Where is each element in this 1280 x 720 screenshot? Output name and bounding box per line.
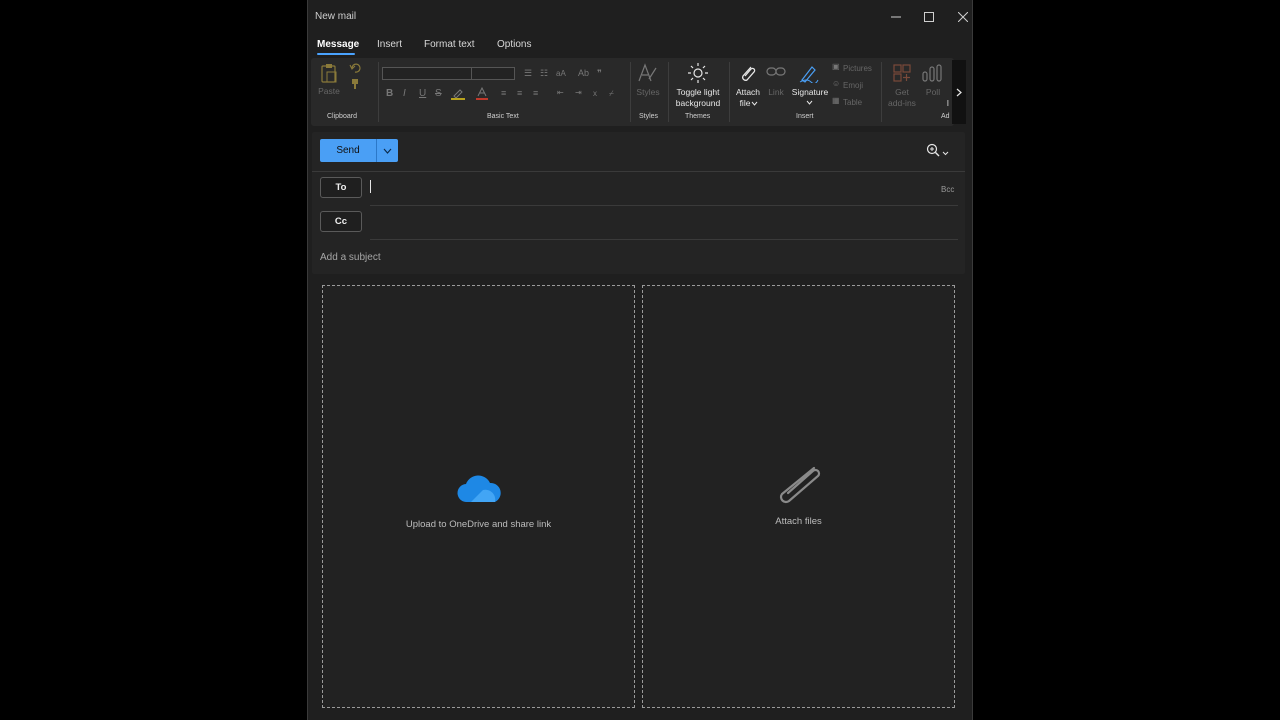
send-options-button[interactable]: [376, 139, 398, 162]
numbering-icon[interactable]: ☷: [540, 68, 548, 79]
themes-group-label: Themes: [685, 113, 711, 120]
ribbon: Paste Clipboard ☰ ☷ aA Ab ❞ B I U S ≡ ≡ …: [311, 58, 954, 126]
styles-group-label: Styles: [639, 113, 659, 120]
paperclip-icon: [779, 466, 821, 504]
to-button[interactable]: To: [320, 177, 362, 198]
close-icon: [958, 12, 968, 22]
separator: [630, 62, 631, 122]
font-size-decrease-icon[interactable]: aA: [556, 69, 566, 78]
clipboard-group-label: Clipboard: [327, 113, 357, 120]
zoom-icon: [926, 143, 949, 157]
to-field-underline: [370, 205, 958, 206]
chevron-down-icon: [383, 148, 392, 154]
compose-header: Send To Bcc Cc Add a subject: [312, 132, 965, 274]
maximize-icon: [924, 12, 934, 22]
onedrive-drop-zone[interactable]: Upload to OneDrive and share link: [322, 285, 635, 708]
align-left-icon[interactable]: ≡: [501, 88, 506, 98]
align-center-icon[interactable]: ≡: [517, 88, 522, 98]
separator: [378, 62, 379, 122]
quote-icon[interactable]: ❞: [597, 68, 602, 79]
send-button[interactable]: Send: [320, 139, 376, 162]
italic-icon[interactable]: I: [403, 88, 406, 99]
font-name-field[interactable]: [382, 67, 472, 80]
active-tab-indicator: [317, 53, 355, 55]
decrease-indent-icon[interactable]: ⇤: [557, 88, 564, 97]
get-add-ins-icon[interactable]: [893, 64, 911, 82]
undo-icon[interactable]: [349, 62, 361, 74]
zoom-button[interactable]: [926, 143, 952, 159]
minimize-button[interactable]: [886, 8, 906, 26]
paste-label[interactable]: Paste: [314, 86, 344, 97]
cc-field-underline: [370, 239, 958, 240]
underline-icon[interactable]: U: [419, 88, 426, 99]
font-color-icon[interactable]: [476, 87, 488, 100]
subject-input[interactable]: Add a subject: [320, 252, 381, 263]
basic-text-group-label: Basic Text: [487, 113, 519, 120]
toggle-light-line2[interactable]: background: [670, 98, 726, 109]
sun-icon[interactable]: [688, 63, 708, 83]
chevron-down-icon: [751, 101, 758, 106]
separator: [881, 62, 882, 122]
poll-label[interactable]: Poll: [920, 87, 946, 98]
divider: [312, 171, 965, 172]
ribbon-scroll-right-button[interactable]: [952, 60, 966, 124]
attach-files-drop-zone[interactable]: Attach files: [642, 285, 955, 708]
toggle-light-line1[interactable]: Toggle light: [670, 87, 726, 98]
signature-label[interactable]: Signature: [789, 87, 831, 98]
emoji-icon[interactable]: ☺: [832, 79, 840, 88]
bullets-icon[interactable]: ☰: [524, 68, 532, 79]
link-icon[interactable]: [766, 66, 786, 78]
tab-message[interactable]: Message: [317, 39, 359, 50]
bcc-button[interactable]: Bcc: [941, 185, 954, 194]
strikethrough-icon[interactable]: S: [435, 88, 442, 99]
chevron-right-icon: [956, 88, 962, 96]
tab-insert[interactable]: Insert: [377, 39, 402, 50]
highlight-text-icon[interactable]: Ab: [578, 68, 589, 78]
table-icon[interactable]: ▦: [832, 96, 840, 105]
get-add-ins-line1[interactable]: Get: [887, 87, 917, 98]
bold-icon[interactable]: B: [386, 88, 393, 99]
subscript-icon[interactable]: x: [593, 89, 597, 98]
increase-indent-icon[interactable]: ⇥: [575, 88, 582, 97]
minimize-icon: [891, 16, 901, 18]
get-add-ins-line2[interactable]: add-ins: [887, 98, 917, 109]
add-ins-group-label: Ad: [941, 113, 950, 120]
link-label[interactable]: Link: [764, 87, 788, 98]
attach-file-line1[interactable]: Attach: [732, 87, 764, 98]
addins-overflow-char: l: [947, 99, 949, 108]
emoji-label[interactable]: Emoji: [843, 80, 863, 91]
clear-formatting-icon[interactable]: ⌿: [609, 89, 614, 99]
ribbon-tabs: Message Insert Format text Options: [308, 36, 972, 56]
align-right-icon[interactable]: ≡: [533, 88, 538, 98]
styles-icon[interactable]: [637, 63, 657, 83]
mail-window: New mail Message Insert Format text Opti…: [307, 0, 973, 720]
poll-icon[interactable]: [922, 64, 942, 82]
pictures-label[interactable]: Pictures: [843, 63, 872, 74]
maximize-button[interactable]: [919, 8, 939, 26]
pictures-icon[interactable]: ▣: [832, 62, 840, 71]
signature-icon[interactable]: [799, 63, 819, 83]
attach-files-label: Attach files: [775, 516, 822, 527]
to-input-caret[interactable]: [370, 180, 371, 193]
paste-icon[interactable]: [320, 63, 338, 83]
tab-format-text[interactable]: Format text: [424, 39, 475, 50]
paperclip-icon[interactable]: [738, 63, 758, 83]
highlighter-icon[interactable]: [451, 88, 465, 100]
format-painter-icon[interactable]: [349, 78, 361, 90]
insert-group-label: Insert: [796, 113, 814, 120]
separator: [668, 62, 669, 122]
onedrive-upload-label: Upload to OneDrive and share link: [405, 519, 552, 530]
close-button[interactable]: [953, 8, 973, 26]
onedrive-cloud-icon: [457, 475, 501, 503]
chevron-down-icon: [806, 100, 813, 105]
font-size-field[interactable]: [471, 67, 515, 80]
table-label[interactable]: Table: [843, 97, 862, 108]
cc-button[interactable]: Cc: [320, 211, 362, 232]
window-title: New mail: [315, 11, 357, 22]
styles-label[interactable]: Styles: [632, 87, 664, 98]
separator: [729, 62, 730, 122]
tab-options[interactable]: Options: [497, 39, 531, 50]
title-bar: New mail: [308, 0, 972, 34]
